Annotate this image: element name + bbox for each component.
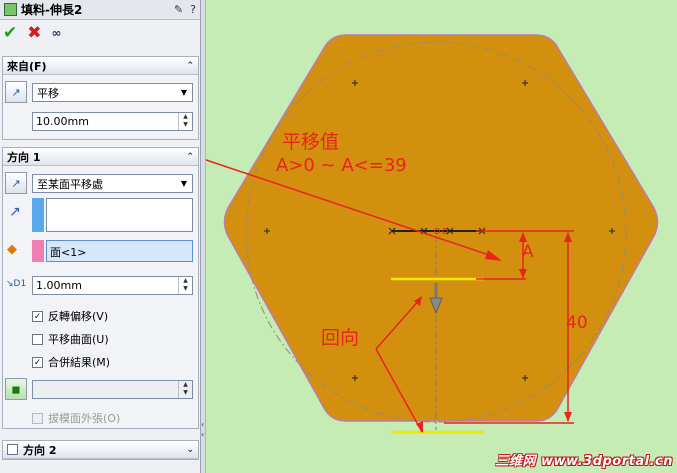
graphics-area[interactable]: 平移值 A>0 ~ A<=39 A 40 回向 三维网 www.3dportal… xyxy=(206,0,677,473)
merge-result-label: 合併結果(M) xyxy=(48,356,111,369)
offset-value-input[interactable]: 10.00mm ▲ ▼ xyxy=(32,112,193,131)
translate-surface-checkbox[interactable] xyxy=(32,333,43,345)
direction1-section: 方向 1 ⌃ ↗ 至某面平移處 ▼ ↗ ◆ 面<1> ↘D1 1.00mm ▲ ▼… xyxy=(2,147,199,429)
offset-value-text: 10.00mm xyxy=(36,115,89,128)
reverse-annotation: 回向 xyxy=(321,327,360,349)
model-canvas[interactable] xyxy=(206,0,677,473)
thumbtack-icon[interactable]: ✎ xyxy=(174,3,183,16)
depth-dimension-icon: ↘D1 xyxy=(6,279,27,289)
option-merge-result[interactable]: ✓ 合併結果(M) xyxy=(32,354,110,370)
draft-outward-label: 拔模面外張(O) xyxy=(48,412,121,425)
end-condition-value: 至某面平移處 xyxy=(37,177,103,191)
merge-result-checkbox[interactable]: ✓ xyxy=(32,356,43,368)
option-draft-outward: 拔模面外張(O) xyxy=(32,410,120,426)
reverse-direction-icon[interactable]: ↗ xyxy=(5,172,27,194)
start-condition-select[interactable]: 平移 ▼ xyxy=(32,83,193,102)
draft-on-off-icon[interactable]: ◼ xyxy=(5,378,27,400)
translate-surface-label: 平移曲面(U) xyxy=(48,333,109,346)
depth-spinner[interactable]: ▲ ▼ xyxy=(178,277,192,294)
offset-title-annotation: 平移值 xyxy=(282,131,340,153)
reverse-offset-label: 反轉偏移(V) xyxy=(48,310,109,323)
direction1-title: 方向 1 xyxy=(7,150,41,164)
direction1-header[interactable]: 方向 1 ⌃ xyxy=(3,148,198,166)
property-manager: 填料-伸長2 ✎ ? ✔ ✖ ∞ 來自(F) ⌃ ↗ 平移 ▼ 10.00mm … xyxy=(0,0,201,473)
feature-title: 填料-伸長2 xyxy=(21,3,83,17)
draft-angle-input: ▲ ▼ xyxy=(32,380,193,399)
from-section: 來自(F) ⌃ ↗ 平移 ▼ 10.00mm ▲ ▼ xyxy=(2,56,199,140)
collapse-chevron-icon[interactable]: ⌃ xyxy=(186,152,194,162)
direction2-section: 方向 2 ⌄ xyxy=(2,440,199,460)
action-bar: ✔ ✖ ∞ xyxy=(0,20,200,46)
ok-icon[interactable]: ✔ xyxy=(3,24,17,42)
feature-titlebar: 填料-伸長2 ✎ ? xyxy=(0,0,200,20)
from-section-header[interactable]: 來自(F) ⌃ xyxy=(3,57,198,75)
chevron-down-icon: ▼ xyxy=(180,88,188,97)
extrude-feature-icon xyxy=(4,3,17,16)
face-list-item[interactable]: 面<1> xyxy=(50,246,86,259)
direction2-title: 方向 2 xyxy=(23,443,57,457)
dimension-40-label: 40 xyxy=(566,313,588,333)
direction2-checkbox[interactable] xyxy=(7,444,18,455)
reverse-offset-checkbox[interactable]: ✓ xyxy=(32,310,43,322)
depth-value-text: 1.00mm xyxy=(36,279,82,292)
part-face[interactable] xyxy=(223,34,659,422)
collapse-panel-icon[interactable]: ‹ ‹ xyxy=(201,420,204,440)
cancel-icon[interactable]: ✖ xyxy=(27,24,41,42)
expand-chevron-icon[interactable]: ⌄ xyxy=(186,445,194,455)
direction-vector-icon: ↗ xyxy=(9,204,21,220)
start-condition-icon[interactable]: ↗ xyxy=(5,81,27,103)
option-reverse-offset[interactable]: ✓ 反轉偏移(V) xyxy=(32,308,108,324)
face-color-swatch xyxy=(32,240,44,262)
face-selection-list[interactable]: 面<1> xyxy=(46,240,193,262)
end-condition-select[interactable]: 至某面平移處 ▼ xyxy=(32,174,193,193)
depth-value-input[interactable]: 1.00mm ▲ ▼ xyxy=(32,276,193,295)
chevron-down-icon: ▼ xyxy=(180,179,188,188)
from-section-title: 來自(F) xyxy=(7,59,47,73)
draft-outward-checkbox xyxy=(32,412,43,424)
direction-color-swatch xyxy=(32,198,44,232)
option-translate-surface[interactable]: 平移曲面(U) xyxy=(32,331,109,347)
collapse-chevron-icon[interactable]: ⌃ xyxy=(186,61,194,71)
help-icon[interactable]: ? xyxy=(190,3,196,16)
site-watermark: 三维网 www.3dportal.cn xyxy=(495,454,673,469)
offset-spinner[interactable]: ▲ ▼ xyxy=(178,113,192,130)
direction2-header[interactable]: 方向 2 ⌄ xyxy=(3,441,198,459)
start-condition-value: 平移 xyxy=(37,86,59,100)
draft-spinner: ▲ ▼ xyxy=(178,381,192,398)
dimension-a-label: A xyxy=(522,242,534,262)
offset-range-annotation: A>0 ~ A<=39 xyxy=(276,155,407,176)
direction-vector-list[interactable] xyxy=(46,198,193,232)
detail-preview-icon[interactable]: ∞ xyxy=(52,27,62,39)
face-select-icon: ◆ xyxy=(7,242,17,257)
